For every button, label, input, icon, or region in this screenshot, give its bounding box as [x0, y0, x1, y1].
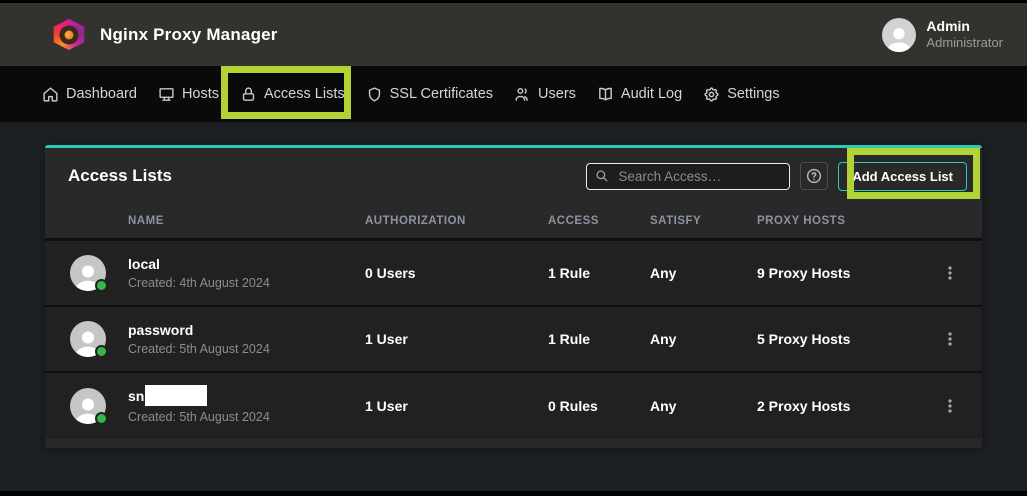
user-avatar — [882, 18, 916, 52]
column-header-authorization: AUTHORIZATION — [365, 215, 548, 227]
monitor-icon — [158, 86, 175, 103]
user-name: Admin — [926, 18, 1003, 36]
nav-item-audit-log[interactable]: Audit Log — [597, 86, 682, 103]
satisfy-value: Any — [650, 265, 757, 281]
access-value: 0 Rules — [548, 398, 650, 414]
authorization-value: 1 User — [365, 331, 548, 347]
proxy-hosts-value: 5 Proxy Hosts — [757, 331, 917, 347]
nav-item-settings[interactable]: Settings — [703, 86, 779, 103]
row-menu-button[interactable] — [935, 391, 965, 421]
access-list-avatar — [70, 255, 106, 291]
home-icon — [42, 86, 59, 103]
table-row: password Created: 5th August 2024 1 User… — [45, 307, 982, 373]
proxy-hosts-value: 2 Proxy Hosts — [757, 398, 917, 414]
access-list-avatar — [70, 388, 106, 424]
search-box[interactable] — [586, 163, 790, 190]
search-input[interactable] — [618, 169, 778, 184]
nav-item-dashboard[interactable]: Dashboard — [42, 86, 137, 103]
proxy-hosts-value: 9 Proxy Hosts — [757, 265, 917, 281]
online-status-dot — [95, 345, 108, 358]
online-status-dot — [95, 412, 108, 425]
kebab-icon — [942, 398, 958, 414]
help-button[interactable] — [800, 162, 828, 190]
access-list-created: Created: 5th August 2024 — [128, 408, 365, 426]
column-header-satisfy: SATISFY — [650, 215, 757, 227]
access-list-name: sn — [128, 386, 365, 408]
panel-title: Access Lists — [68, 166, 586, 186]
redaction-overlay — [145, 385, 207, 406]
user-role: Administrator — [926, 35, 1003, 51]
nav-item-users[interactable]: Users — [514, 86, 576, 103]
top-header-bar: Nginx Proxy Manager Admin Administrator — [0, 3, 1027, 66]
table-row: local Created: 4th August 2024 0 Users 1… — [45, 241, 982, 307]
access-list-created: Created: 5th August 2024 — [128, 340, 365, 358]
book-icon — [597, 86, 614, 103]
column-header-name: NAME — [128, 215, 365, 227]
nav-item-hosts[interactable]: Hosts — [158, 86, 219, 103]
question-circle-icon — [805, 167, 823, 185]
add-access-list-button[interactable]: Add Access List — [838, 162, 967, 191]
access-lists-panel: Access Lists Add Access List NAME AUTHOR… — [45, 145, 982, 448]
row-menu-button[interactable] — [935, 324, 965, 354]
access-list-name: local — [128, 254, 365, 274]
lock-icon — [240, 86, 257, 103]
satisfy-value: Any — [650, 398, 757, 414]
main-nav: Dashboard Hosts Access Lists SSL Certifi… — [0, 66, 1027, 122]
access-value: 1 Rule — [548, 265, 650, 281]
row-menu-button[interactable] — [935, 258, 965, 288]
column-header-access: ACCESS — [548, 215, 650, 227]
access-list-avatar — [70, 321, 106, 357]
nav-item-access-lists[interactable]: Access Lists — [240, 86, 345, 103]
access-list-name: password — [128, 320, 365, 340]
shield-icon — [366, 86, 383, 103]
users-icon — [514, 86, 531, 103]
authorization-value: 1 User — [365, 398, 548, 414]
online-status-dot — [95, 279, 108, 292]
table-header: NAME AUTHORIZATION ACCESS SATISFY PROXY … — [45, 204, 982, 241]
table-row: sn Created: 5th August 2024 1 User 0 Rul… — [45, 373, 982, 439]
satisfy-value: Any — [650, 331, 757, 347]
app-title: Nginx Proxy Manager — [100, 25, 278, 45]
column-header-proxy-hosts: PROXY HOSTS — [757, 215, 917, 227]
kebab-icon — [942, 265, 958, 281]
access-list-created: Created: 4th August 2024 — [128, 274, 365, 292]
bottom-edge-strip — [0, 491, 1027, 496]
authorization-value: 0 Users — [365, 265, 548, 281]
npm-logo-icon — [52, 19, 86, 50]
user-menu[interactable]: Admin Administrator — [882, 18, 1003, 52]
nav-item-ssl-certificates[interactable]: SSL Certificates — [366, 86, 493, 103]
kebab-icon — [942, 331, 958, 347]
gear-icon — [703, 86, 720, 103]
search-icon — [595, 169, 609, 183]
access-value: 1 Rule — [548, 331, 650, 347]
